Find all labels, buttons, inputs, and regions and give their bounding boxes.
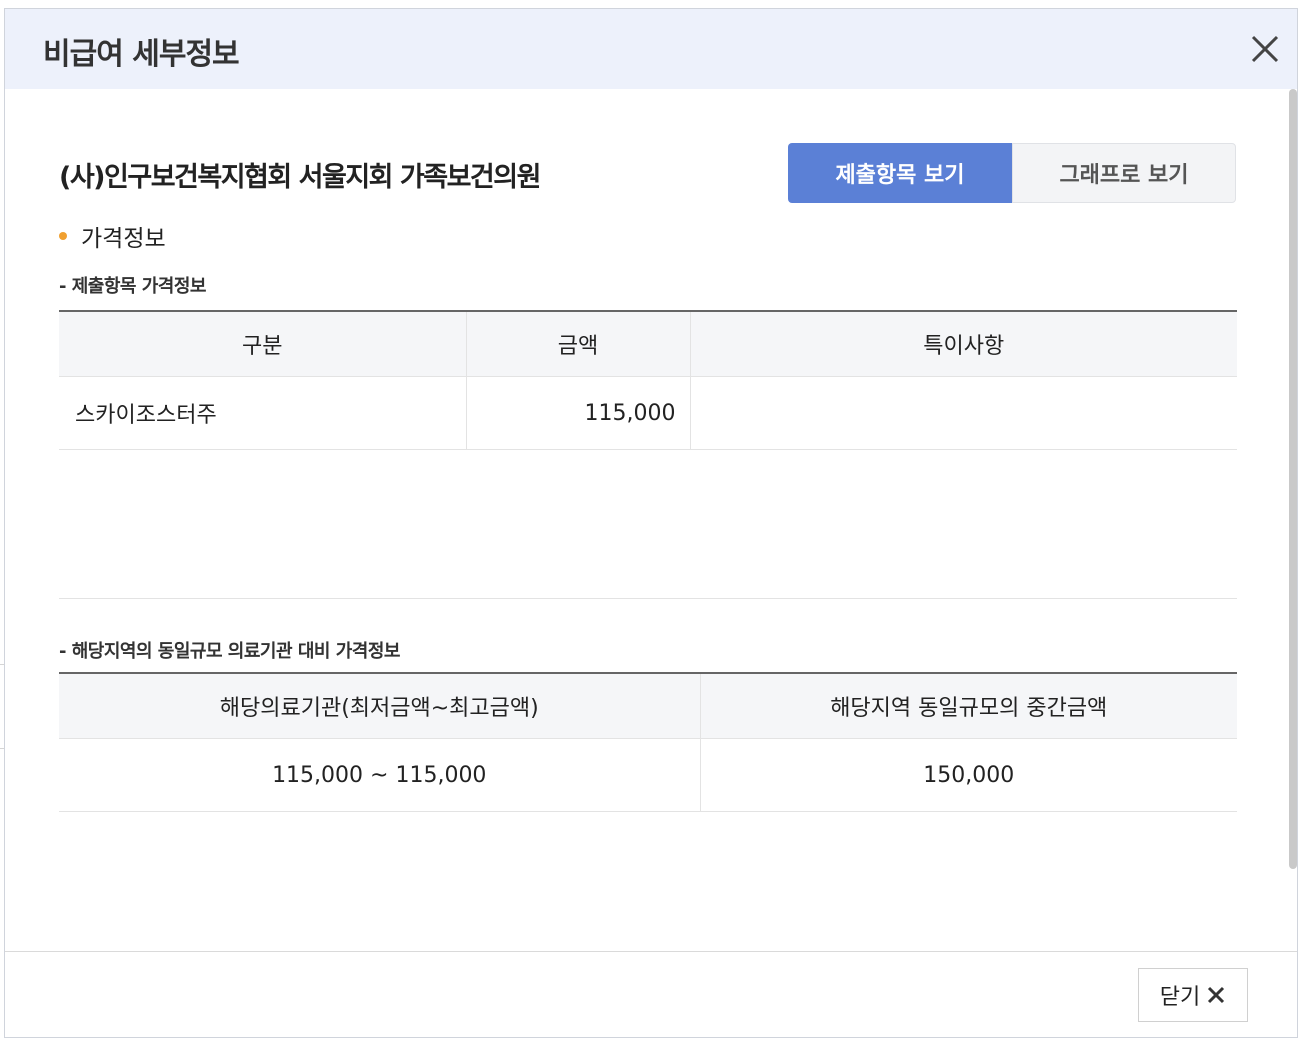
dialog-title: 비급여 세부정보 bbox=[43, 37, 240, 72]
nonbenefit-detail-dialog: 비급여 세부정보 (사)인구보건복지협회 서울지회 가족보건의원 제출항목 보기… bbox=[4, 8, 1298, 1038]
view-tabs: 제출항목 보기 그래프로 보기 bbox=[788, 143, 1236, 205]
tab-submitted-items[interactable]: 제출항목 보기 bbox=[788, 143, 1012, 203]
cell-amount: 115,000 bbox=[466, 376, 691, 450]
column-header-category: 구분 bbox=[59, 311, 467, 377]
close-button-label: 닫기 bbox=[1159, 985, 1201, 1010]
bullet-dot-icon bbox=[59, 232, 67, 240]
cell-price-range: 115,000 ~ 115,000 bbox=[59, 738, 701, 812]
submitted-price-table: 구분 금액 특이사항 스카이조스터주 115,000 bbox=[59, 310, 1237, 450]
column-header-institution-range: 해당의료기관(최저금액~최고금액) bbox=[59, 673, 701, 739]
submitted-price-heading: - 제출항목 가격정보 bbox=[59, 276, 206, 297]
table-row: 스카이조스터주 115,000 bbox=[59, 376, 1237, 450]
tab-graph-view[interactable]: 그래프로 보기 bbox=[1012, 143, 1236, 203]
close-icon[interactable] bbox=[1245, 29, 1285, 69]
price-info-section-label: 가격정보 bbox=[59, 219, 166, 253]
regional-price-heading: - 해당지역의 동일규모 의료기관 대비 가격정보 bbox=[59, 641, 400, 662]
cell-category: 스카이조스터주 bbox=[59, 376, 467, 450]
scrollbar[interactable] bbox=[1289, 89, 1297, 869]
column-header-regional-median: 해당지역 동일규모의 중간금액 bbox=[700, 673, 1237, 739]
section-label-text: 가격정보 bbox=[81, 226, 166, 252]
section-divider bbox=[59, 598, 1237, 599]
institution-name: (사)인구보건복지협회 서울지회 가족보건의원 bbox=[59, 162, 541, 193]
table-row: 115,000 ~ 115,000 150,000 bbox=[59, 738, 1237, 812]
dialog-header: 비급여 세부정보 bbox=[5, 9, 1297, 89]
column-header-amount: 금액 bbox=[466, 311, 691, 377]
footer-divider bbox=[5, 951, 1297, 952]
column-header-note: 특이사항 bbox=[690, 311, 1237, 377]
cell-median-price: 150,000 bbox=[700, 738, 1237, 812]
cell-note bbox=[690, 376, 1237, 450]
table-header-row: 해당의료기관(최저금액~최고금액) 해당지역 동일규모의 중간금액 bbox=[59, 673, 1237, 739]
table-header-row: 구분 금액 특이사항 bbox=[59, 311, 1237, 377]
close-button[interactable]: 닫기 bbox=[1138, 968, 1248, 1022]
close-icon bbox=[1208, 986, 1225, 1004]
regional-price-table: 해당의료기관(최저금액~최고금액) 해당지역 동일규모의 중간금액 115,00… bbox=[59, 672, 1237, 812]
